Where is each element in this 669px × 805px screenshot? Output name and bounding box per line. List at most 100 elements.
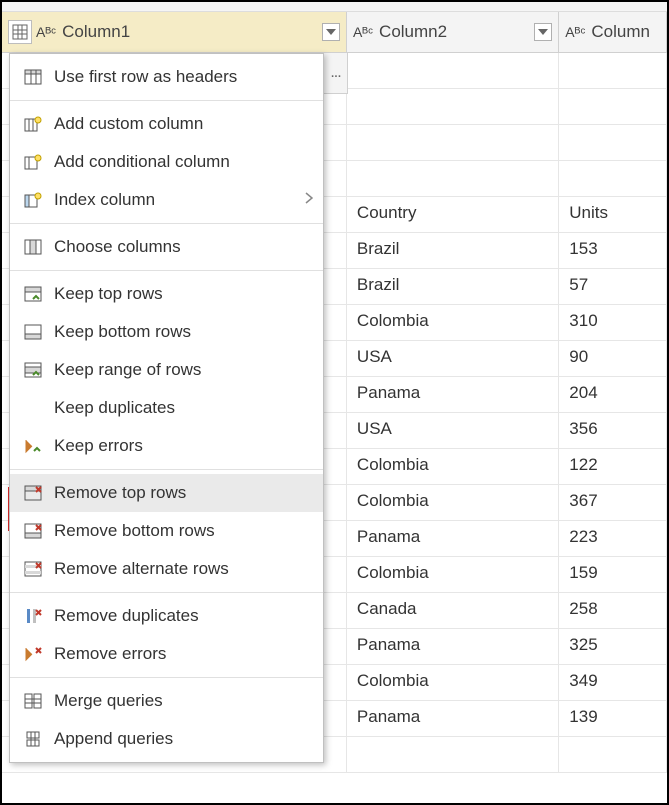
chevron-right-icon xyxy=(305,191,313,209)
remove-alternate-icon xyxy=(18,557,48,581)
menu-keep-range-rows[interactable]: Keep range of rows xyxy=(10,351,323,389)
column-label: Column xyxy=(591,22,660,42)
column-label: Column2 xyxy=(379,22,534,42)
menu-append-queries[interactable]: Append queries xyxy=(10,720,323,758)
cell[interactable] xyxy=(347,53,559,89)
column-header-2[interactable]: Aᴮᶜ Column2 xyxy=(347,12,559,53)
cell[interactable]: 139 xyxy=(559,701,667,737)
keep-range-icon xyxy=(18,358,48,382)
cell[interactable] xyxy=(347,737,559,773)
menu-use-first-row-headers[interactable]: Use first row as headers xyxy=(10,58,323,96)
menu-remove-duplicates[interactable]: Remove duplicates xyxy=(10,597,323,635)
cell[interactable]: 258 xyxy=(559,593,667,629)
keep-errors-icon xyxy=(18,434,48,458)
menu-remove-alternate-rows[interactable]: Remove alternate rows xyxy=(10,550,323,588)
cell[interactable]: Colombia xyxy=(347,485,559,521)
cell[interactable]: 153 xyxy=(559,233,667,269)
cell[interactable]: 57 xyxy=(559,269,667,305)
menu-label: Remove errors xyxy=(54,644,313,664)
cell[interactable]: 122 xyxy=(559,449,667,485)
cell[interactable]: 349 xyxy=(559,665,667,701)
abc-type-icon: Aᴮᶜ xyxy=(353,24,373,40)
table-icon xyxy=(18,65,48,89)
menu-label: Keep top rows xyxy=(54,284,313,304)
cell[interactable]: Colombia xyxy=(347,557,559,593)
column-dropdown-icon[interactable] xyxy=(534,23,552,41)
conditional-column-icon xyxy=(18,150,48,174)
cell[interactable]: 159 xyxy=(559,557,667,593)
column-header-3[interactable]: Aᴮᶜ Column xyxy=(559,12,667,53)
cell[interactable]: 367 xyxy=(559,485,667,521)
cell[interactable]: 356 xyxy=(559,413,667,449)
cell[interactable]: 310 xyxy=(559,305,667,341)
cell[interactable]: Colombia xyxy=(347,665,559,701)
cell[interactable] xyxy=(347,89,559,125)
abc-type-icon: Aᴮᶜ xyxy=(565,24,585,40)
keep-bottom-icon xyxy=(18,320,48,344)
menu-keep-duplicates[interactable]: Keep duplicates xyxy=(10,389,323,427)
cell[interactable]: 325 xyxy=(559,629,667,665)
menu-keep-top-rows[interactable]: Keep top rows xyxy=(10,275,323,313)
menu-label: Choose columns xyxy=(54,237,313,257)
menu-remove-bottom-rows[interactable]: Remove bottom rows xyxy=(10,512,323,550)
menu-add-custom-column[interactable]: Add custom column xyxy=(10,105,323,143)
remove-bottom-icon xyxy=(18,519,48,543)
menu-add-conditional-column[interactable]: Add conditional column xyxy=(10,143,323,181)
menu-label: Keep bottom rows xyxy=(54,322,313,342)
table-menu-icon[interactable] xyxy=(8,20,32,44)
abc-type-icon: Aᴮᶜ xyxy=(36,24,56,40)
menu-index-column[interactable]: Index column xyxy=(10,181,323,219)
cell[interactable] xyxy=(347,161,559,197)
menu-remove-errors[interactable]: Remove errors xyxy=(10,635,323,673)
menu-label: Remove top rows xyxy=(54,483,313,503)
cell[interactable]: USA xyxy=(347,413,559,449)
context-menu: Use first row as headers Add custom colu… xyxy=(9,53,324,763)
cell[interactable]: Units xyxy=(559,197,667,233)
menu-merge-queries[interactable]: Merge queries xyxy=(10,682,323,720)
cell[interactable]: 204 xyxy=(559,377,667,413)
menu-label: Append queries xyxy=(54,729,313,749)
menu-keep-errors[interactable]: Keep errors xyxy=(10,427,323,465)
column-label: Column1 xyxy=(62,22,322,42)
top-strip xyxy=(2,2,667,12)
menu-label: Remove bottom rows xyxy=(54,521,313,541)
cell[interactable] xyxy=(559,737,667,773)
menu-keep-bottom-rows[interactable]: Keep bottom rows xyxy=(10,313,323,351)
cell[interactable]: Colombia xyxy=(347,305,559,341)
menu-remove-top-rows[interactable]: Remove top rows xyxy=(10,474,323,512)
cell[interactable] xyxy=(559,53,667,89)
cell[interactable] xyxy=(559,125,667,161)
cell[interactable]: USA xyxy=(347,341,559,377)
cell[interactable]: Brazil xyxy=(347,269,559,305)
cell[interactable]: Brazil xyxy=(347,233,559,269)
cell[interactable]: 223 xyxy=(559,521,667,557)
add-column-icon xyxy=(18,112,48,136)
cell[interactable] xyxy=(559,89,667,125)
menu-label: Keep duplicates xyxy=(54,398,313,418)
cell[interactable] xyxy=(347,125,559,161)
menu-label: Keep range of rows xyxy=(54,360,313,380)
cell[interactable]: Panama xyxy=(347,377,559,413)
cell[interactable]: Country xyxy=(347,197,559,233)
menu-label: Add conditional column xyxy=(54,152,313,172)
menu-choose-columns[interactable]: Choose columns xyxy=(10,228,323,266)
menu-label: Index column xyxy=(54,190,305,210)
menu-label: Remove alternate rows xyxy=(54,559,313,579)
menu-label: Add custom column xyxy=(54,114,313,134)
merge-queries-icon xyxy=(18,689,48,713)
cell[interactable]: Canada xyxy=(347,593,559,629)
cell[interactable]: 90 xyxy=(559,341,667,377)
cell[interactable]: Panama xyxy=(347,629,559,665)
ellipsis-tab[interactable]: ... xyxy=(324,53,348,94)
cell[interactable]: Colombia xyxy=(347,449,559,485)
cell[interactable]: Panama xyxy=(347,521,559,557)
column-dropdown-icon[interactable] xyxy=(322,23,340,41)
keep-duplicates-icon xyxy=(18,396,48,420)
remove-top-icon xyxy=(18,481,48,505)
remove-errors-icon xyxy=(18,642,48,666)
cell[interactable] xyxy=(559,161,667,197)
menu-label: Merge queries xyxy=(54,691,313,711)
column-header-1[interactable]: Aᴮᶜ Column1 xyxy=(2,12,347,53)
remove-duplicates-icon xyxy=(18,604,48,628)
cell[interactable]: Panama xyxy=(347,701,559,737)
